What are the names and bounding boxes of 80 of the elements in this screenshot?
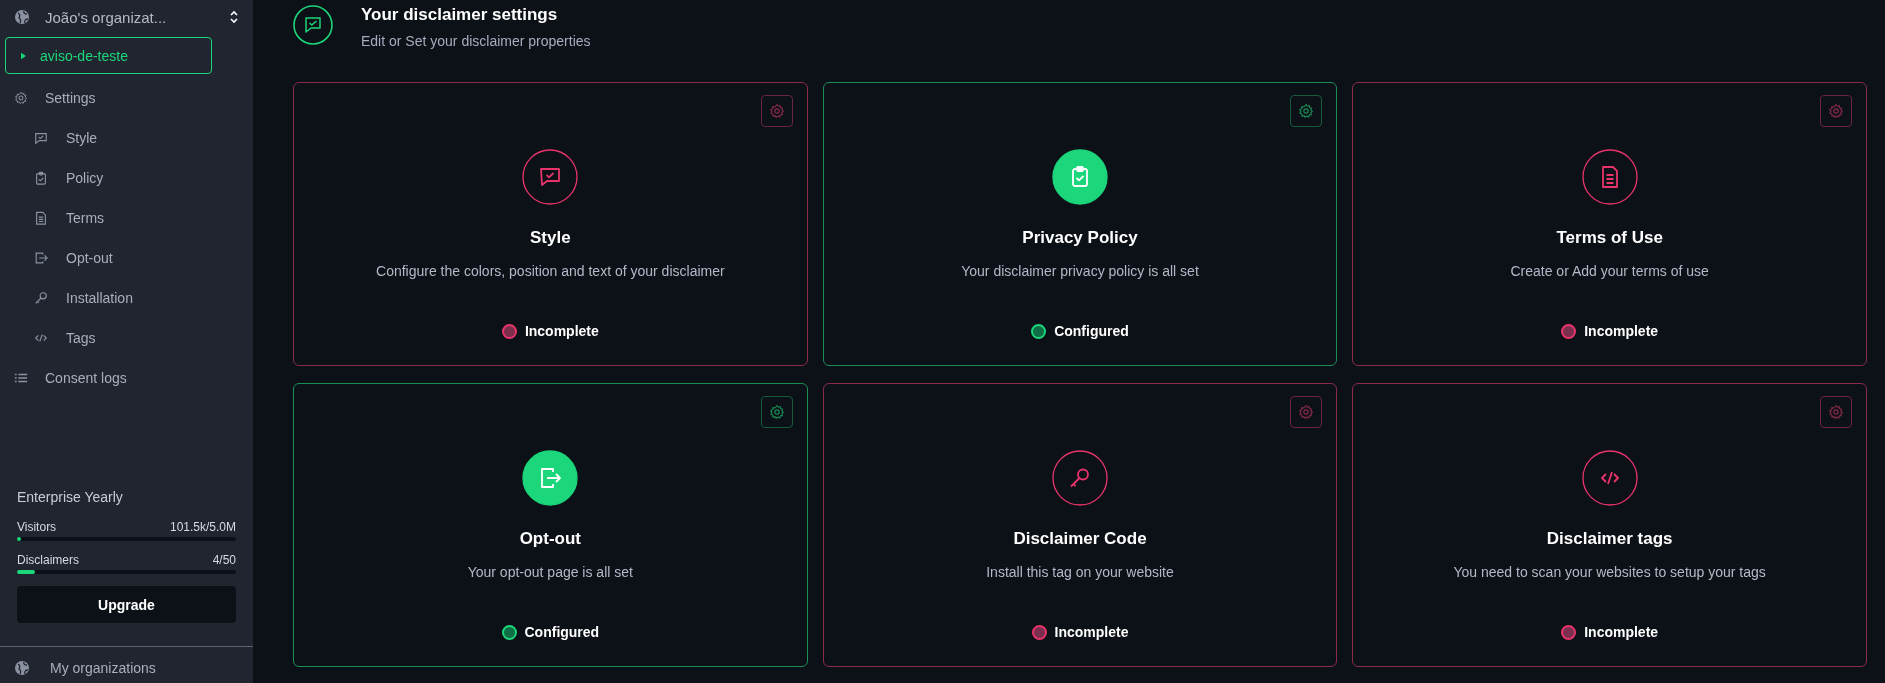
nav-item[interactable]: Settings	[0, 78, 253, 118]
chat-check-icon	[34, 131, 48, 145]
clipboard-check-icon	[34, 171, 48, 185]
nav-subitem[interactable]: Terms	[0, 198, 253, 238]
nav-subitem[interactable]: Style	[0, 118, 253, 158]
settings-button[interactable]	[1290, 95, 1323, 127]
organization-name: João's organizat...	[45, 8, 168, 26]
project-item[interactable]: aviso-de-teste	[5, 37, 212, 74]
key-icon	[34, 291, 48, 305]
card-description: Your disclaimer privacy policy is all set	[961, 263, 1199, 279]
exit-arrow-icon	[34, 251, 48, 265]
chevron-up-down-icon	[229, 9, 239, 25]
gear-icon	[1828, 103, 1844, 119]
gear-icon	[1298, 103, 1315, 119]
globe-icon	[14, 660, 30, 676]
settings-button[interactable]	[1820, 396, 1852, 428]
settings-button[interactable]	[1290, 396, 1323, 428]
key-icon	[1052, 450, 1108, 506]
nav-subitem[interactable]: Tags	[0, 318, 253, 358]
nav-subitem[interactable]: Installation	[0, 278, 253, 318]
card-title: Terms of Use	[1556, 228, 1663, 248]
status-dot-icon	[1031, 624, 1047, 640]
clipboard-check-icon	[1052, 149, 1108, 205]
page-title: Your disclaimer settings	[361, 5, 559, 25]
meter-label: Visitors	[17, 520, 57, 534]
status-label: Configured	[1054, 323, 1129, 339]
status-dot-icon	[1561, 323, 1577, 339]
gear-icon	[768, 103, 785, 119]
list-icon	[14, 371, 28, 385]
settings-card[interactable]: Disclaimer Code Install this tag on your website Incomplete	[822, 383, 1338, 667]
document-icon	[1581, 149, 1638, 205]
settings-card[interactable]: Style Configure the colors, position and text of your disclaimer Incomplete	[293, 82, 808, 366]
nav-subitem[interactable]: Opt-out	[0, 238, 253, 278]
card-description: Configure the colors, position and text of your disclaimer	[376, 263, 725, 279]
status-dot-icon	[501, 624, 517, 640]
code-icon	[1581, 450, 1638, 506]
gear-icon	[768, 404, 785, 420]
chat-check-icon	[522, 149, 579, 205]
gear-icon	[1828, 404, 1844, 420]
card-title: Disclaimer tags	[1546, 529, 1673, 549]
chat-check-icon	[293, 5, 333, 45]
status-label: Incomplete	[1584, 624, 1659, 640]
status-dot-icon	[1031, 323, 1047, 339]
card-description: Your opt-out page is all set	[467, 564, 633, 580]
settings-card[interactable]: Privacy Policy Your disclaimer privacy policy is all set Configured	[822, 82, 1338, 366]
meter-reading: 4/50	[212, 553, 236, 567]
card-title: Style	[530, 228, 571, 248]
card-title: Disclaimer Code	[1013, 529, 1147, 549]
meter-reading: 101.5k/5.0M	[169, 520, 236, 534]
card-description: Install this tag on your website	[986, 564, 1174, 580]
nav-item[interactable]: Consent logs	[0, 358, 253, 398]
document-icon	[34, 211, 48, 225]
settings-card[interactable]: Terms of Use Create or Add your terms of use Incomplete	[1352, 82, 1867, 366]
status-label: Incomplete	[524, 323, 599, 339]
nav-subitem[interactable]: Policy	[0, 158, 253, 198]
my-organizations-link[interactable]: My organizations	[0, 646, 253, 683]
settings-icon	[14, 91, 28, 105]
settings-button[interactable]	[760, 396, 793, 428]
status-label: Incomplete	[1054, 624, 1129, 640]
globe-icon	[14, 9, 30, 25]
card-description: Create or Add your terms of use	[1510, 263, 1709, 279]
status-label: Incomplete	[1584, 323, 1659, 339]
settings-card[interactable]: Disclaimer tags You need to scan your websites to setup your tags Incomplete	[1352, 383, 1867, 667]
gear-icon	[1298, 404, 1315, 420]
caret-icon	[21, 51, 26, 60]
status-dot-icon	[501, 323, 517, 339]
upgrade-button[interactable]: Upgrade	[17, 586, 236, 623]
card-title: Privacy Policy	[1022, 228, 1138, 248]
settings-button[interactable]	[760, 95, 793, 127]
organization-switcher[interactable]: João's organizat...	[0, 0, 253, 34]
page-subtitle: Edit or Set your disclaimer properties	[361, 33, 591, 49]
meter-label: Disclaimers	[17, 553, 79, 567]
card-description: You need to scan your websites to setup your tags	[1453, 564, 1766, 580]
status-label: Configured	[524, 624, 600, 640]
project-name: aviso-de-teste	[40, 47, 128, 64]
plan-name: Enterprise Yearly	[17, 489, 124, 505]
card-title: Opt-out	[519, 529, 581, 549]
settings-button[interactable]	[1820, 95, 1852, 127]
status-dot-icon	[1561, 624, 1577, 640]
settings-card[interactable]: Opt-out Your opt-out page is all set Configured	[293, 383, 808, 667]
